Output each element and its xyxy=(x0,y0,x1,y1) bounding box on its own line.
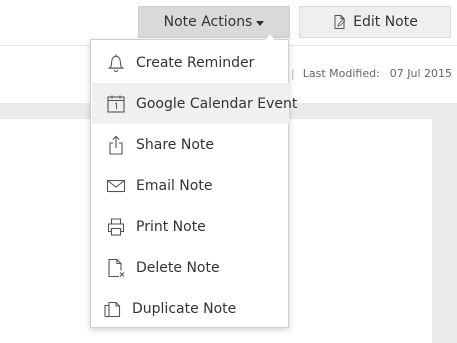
edit-note-button[interactable]: Edit Note xyxy=(299,6,451,38)
share-icon xyxy=(109,135,123,155)
menu-item-label: Share Note xyxy=(136,136,214,153)
menu-item-print-note[interactable]: Print Note xyxy=(92,206,289,247)
meta-separator: | xyxy=(291,67,295,80)
menu-item-label: Delete Note xyxy=(136,259,220,276)
edit-document-icon xyxy=(334,15,346,29)
duplicate-icon xyxy=(104,301,121,317)
caret-down-icon xyxy=(256,20,265,26)
menu-item-duplicate-note[interactable]: Duplicate Note xyxy=(92,288,289,329)
menu-pointer-fill xyxy=(265,34,275,40)
scrollbar-track[interactable] xyxy=(432,119,446,343)
menu-item-label: Print Note xyxy=(136,218,206,235)
menu-item-label: Create Reminder xyxy=(136,54,255,71)
note-actions-menu: Create Reminder Google Calendar Event Sh… xyxy=(90,39,297,329)
note-meta: | Last Modified: 07 Jul 2015 xyxy=(291,67,457,80)
last-modified-value: 07 Jul 2015 xyxy=(389,67,453,80)
menu-item-label: Google Calendar Event xyxy=(136,95,298,112)
bell-icon xyxy=(108,54,124,72)
menu-item-label: Email Note xyxy=(136,177,213,194)
note-actions-label: Note Actions xyxy=(163,14,253,30)
last-modified-label: Last Modified: xyxy=(302,67,380,80)
delete-document-icon xyxy=(108,258,125,277)
menu-item-delete-note[interactable]: Delete Note xyxy=(92,247,289,288)
menu-item-share-note[interactable]: Share Note xyxy=(92,124,289,165)
menu-item-label: Duplicate Note xyxy=(132,300,237,317)
edit-note-label: Edit Note xyxy=(353,14,418,30)
envelope-icon xyxy=(106,179,126,192)
menu-item-create-reminder[interactable]: Create Reminder xyxy=(92,42,289,83)
menu-item-email-note[interactable]: Email Note xyxy=(92,165,289,206)
calendar-icon xyxy=(107,95,125,113)
printer-icon xyxy=(107,217,125,236)
menu-item-google-calendar-event[interactable]: Google Calendar Event xyxy=(92,83,297,124)
